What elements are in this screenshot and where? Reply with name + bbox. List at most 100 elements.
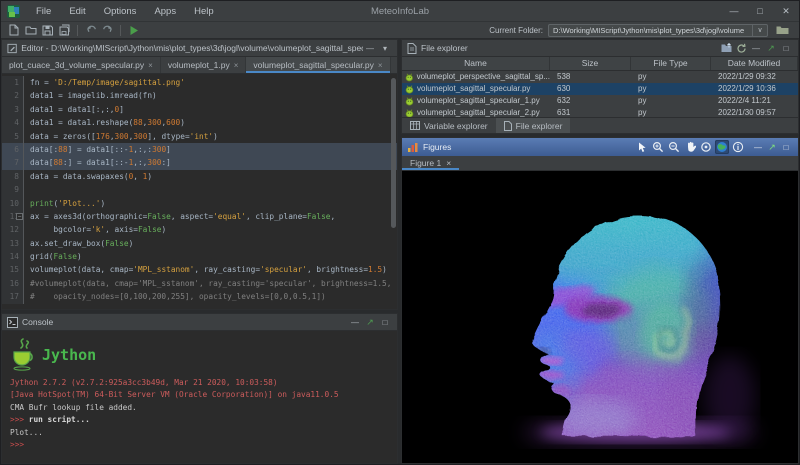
file-size: 631 — [550, 107, 631, 117]
redo-button[interactable] — [100, 24, 115, 37]
code-text: grid(False) — [24, 250, 82, 263]
editor-tab[interactable]: plot_cuace_3d_volume_specular.py× — [2, 57, 161, 73]
undo-button[interactable] — [83, 24, 98, 37]
tab-file-explorer[interactable]: File explorer — [496, 118, 571, 133]
globe-tool-icon[interactable] — [715, 140, 729, 154]
code-line[interactable]: 12 bgcolor='k', axis=False) — [2, 223, 397, 236]
code-line[interactable]: 4data1 = data1.reshape(88,300,600) — [2, 116, 397, 129]
code-line[interactable]: 11−ax = axes3d(orthographic=False, aspec… — [2, 210, 397, 223]
code-text: data1 = imagelib.imread(fn) — [24, 89, 157, 102]
py-file-icon — [405, 97, 414, 106]
console-header: Console — ↗ □ — [2, 314, 397, 331]
editor-tab-label: volumeplot_sagittal_specular.py — [253, 60, 374, 70]
refresh-button[interactable] — [734, 42, 748, 55]
line-number: 12 — [2, 223, 24, 236]
editor-scrollbar[interactable] — [391, 78, 396, 228]
file-row[interactable]: volumeplot_sagittal_specular.py630py2022… — [402, 83, 798, 95]
identify-tool-icon[interactable] — [731, 140, 745, 154]
file-file-type: py — [631, 107, 711, 117]
figures-maximize-button[interactable]: □ — [779, 141, 793, 154]
line-number: 2 — [2, 89, 24, 102]
code-line[interactable]: 3data1 = data1[:,:,0] — [2, 103, 397, 116]
column-header-name[interactable]: Name — [402, 57, 550, 70]
editor-menu-button[interactable]: ▾ — [378, 42, 392, 55]
select-tool-icon[interactable] — [635, 140, 649, 154]
code-line[interactable]: 6data[:88] = data1[::-1,:,:300] — [2, 143, 397, 156]
minimize-button[interactable]: — — [721, 1, 747, 21]
jython-logo-text: Jython — [42, 346, 96, 364]
code-line[interactable]: 7data[88:] = data1[::-1,:,300:] — [2, 156, 397, 169]
toolbar-separator — [120, 25, 121, 36]
close-icon[interactable]: × — [378, 61, 383, 70]
variable-explorer-icon — [410, 121, 420, 130]
toolbar: Current Folder: D:\Working\MIScript\Jyth… — [1, 22, 799, 39]
folder-up-button[interactable] — [719, 42, 733, 55]
code-line[interactable]: 5data = zeros([176,300,300], dtype='int'… — [2, 130, 397, 143]
menu-item-options[interactable]: Options — [96, 4, 145, 19]
save-button[interactable] — [40, 24, 55, 37]
editor-tab[interactable]: volumeplot_1.py× — [161, 57, 247, 73]
code-line[interactable]: 9 — [2, 183, 397, 196]
line-number: 8 — [2, 170, 24, 183]
code-line[interactable]: 1fn = 'D:/Temp/image/sagittal.png' — [2, 76, 397, 89]
code-line[interactable]: 16#volumeplot(data, cmap='MPL_sstanom', … — [2, 277, 397, 290]
menu-item-apps[interactable]: Apps — [146, 4, 184, 19]
code-line[interactable]: 8data = data.swapaxes(0, 1) — [2, 170, 397, 183]
figures-panel: Figures — [401, 137, 799, 464]
run-script-button[interactable] — [126, 24, 141, 37]
chevron-down-icon[interactable]: ∨ — [752, 25, 767, 36]
editor-tab[interactable]: volumeplot_sagittal_specular.py × — [246, 57, 390, 73]
file-explorer-maximize-button[interactable]: □ — [779, 42, 793, 55]
pan-tool-icon[interactable] — [683, 140, 697, 154]
file-explorer-popout-button[interactable]: ↗ — [764, 42, 778, 55]
close-icon[interactable]: × — [148, 61, 153, 70]
column-header-file-type[interactable]: File Type — [631, 57, 711, 70]
editor-minimize-button[interactable]: — — [363, 42, 377, 55]
figure-canvas[interactable] — [402, 171, 798, 463]
new-file-button[interactable] — [6, 24, 21, 37]
code-line[interactable]: 2data1 = imagelib.imread(fn) — [2, 89, 397, 102]
tab-figure-1[interactable]: Figure 1 × — [402, 156, 459, 170]
menu-item-edit[interactable]: Edit — [61, 4, 93, 19]
code-line[interactable]: 14grid(False) — [2, 250, 397, 263]
code-line[interactable]: 13ax.set_draw_box(False) — [2, 237, 397, 250]
line-number: 4 — [2, 116, 24, 129]
column-header-date-modified[interactable]: Date Modified — [711, 57, 798, 70]
figures-popout-button[interactable]: ↗ — [765, 141, 779, 154]
maximize-button[interactable]: □ — [747, 1, 773, 21]
file-size: 632 — [550, 95, 631, 107]
browse-folder-button[interactable] — [773, 24, 791, 37]
file-row[interactable]: volumeplot_sagittal_specular_1.py632py20… — [402, 95, 798, 107]
rotate-tool-icon[interactable] — [699, 140, 713, 154]
console-minimize-button[interactable]: — — [348, 316, 362, 329]
tab-variable-explorer[interactable]: Variable explorer — [402, 118, 496, 133]
column-header-size[interactable]: Size — [550, 57, 631, 70]
console-popout-button[interactable]: ↗ — [363, 316, 377, 329]
code-editor[interactable]: 1fn = 'D:/Temp/image/sagittal.png'2data1… — [2, 74, 397, 309]
code-text: fn = 'D:/Temp/image/sagittal.png' — [24, 76, 185, 89]
code-text: data[:88] = data1[::-1,:,:300] — [24, 143, 171, 156]
open-folder-button[interactable] — [23, 24, 38, 37]
zoom-in-tool-icon[interactable] — [651, 140, 665, 154]
menu-item-help[interactable]: Help — [186, 4, 222, 19]
file-row[interactable]: volumeplot_perspective_sagittal_sp...538… — [402, 71, 798, 83]
code-line[interactable]: 15volumeplot(data, cmap='MPL_sstanom', r… — [2, 263, 397, 276]
close-icon[interactable]: × — [446, 158, 451, 168]
menu-item-file[interactable]: File — [28, 4, 59, 19]
code-line[interactable]: 17# opacity_nodes=[0,100,200,255], opaci… — [2, 290, 397, 303]
close-button[interactable]: ✕ — [773, 1, 799, 21]
save-all-button[interactable] — [57, 24, 72, 37]
console-maximize-button[interactable]: □ — [378, 316, 392, 329]
editor-title: Editor - D:\Working\MIScript\Jython\mis\… — [21, 43, 363, 53]
close-icon[interactable]: × — [234, 61, 239, 70]
line-number: 10 — [2, 197, 24, 210]
file-explorer-minimize-button[interactable]: — — [749, 42, 763, 55]
figures-minimize-button[interactable]: — — [751, 141, 765, 154]
zoom-out-tool-icon[interactable] — [667, 140, 681, 154]
code-line[interactable]: 10print('Plot...') — [2, 197, 397, 210]
current-folder-input[interactable]: D:\Working\MIScript\Jython\mis\plot_type… — [548, 24, 768, 37]
fold-icon[interactable]: − — [16, 213, 23, 220]
file-explorer-panel: File explorer — ↗ □ NameSizeFile TypeDat… — [401, 39, 799, 134]
file-row[interactable]: volumeplot_sagittal_specular_2.py631py20… — [402, 107, 798, 117]
console-output[interactable]: Jython Jython 2.7.2 (v2.7.2:925a3cc3b49d… — [2, 331, 397, 463]
